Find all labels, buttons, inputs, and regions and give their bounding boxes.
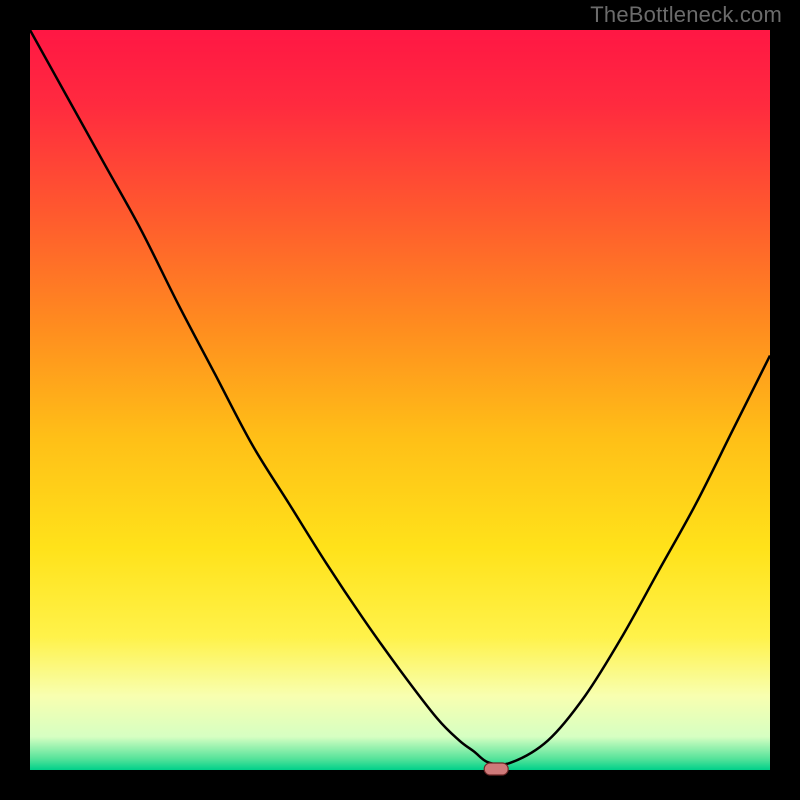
bottleneck-chart: TheBottleneck.com [0,0,800,800]
watermark-text: TheBottleneck.com [590,2,782,28]
chart-svg [0,0,800,800]
optimal-marker [484,763,508,775]
plot-background [30,30,770,770]
